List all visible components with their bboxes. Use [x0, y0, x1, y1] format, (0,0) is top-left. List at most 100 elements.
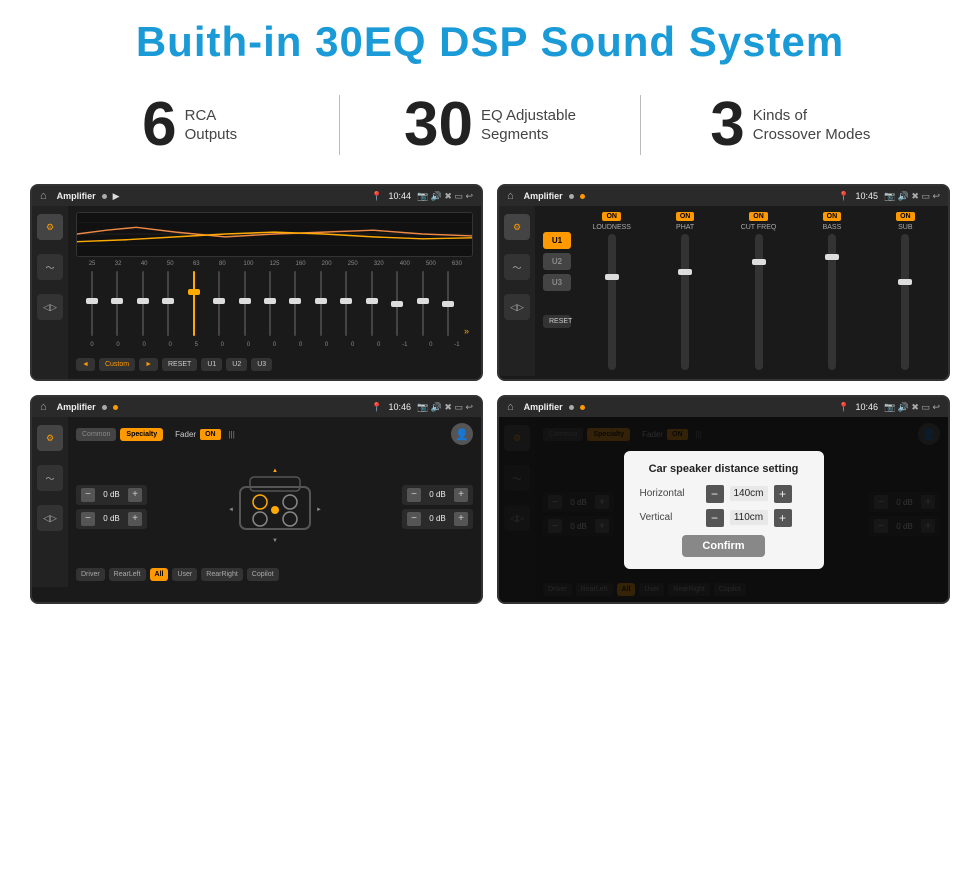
eq-bottom-bar: ◄ Custom ► RESET U1 U2 U3	[76, 354, 473, 373]
fader-slider-icon: |||	[229, 430, 235, 439]
eq-preset-btn[interactable]: Custom	[99, 358, 135, 371]
col-label-cutfreq: CUT FREQ	[741, 224, 777, 231]
cv-reset-btn[interactable]: RESET	[543, 315, 571, 328]
eq-slider-col-8[interactable]	[284, 271, 307, 336]
eq-val-6: 0	[236, 342, 260, 348]
svg-text:►: ►	[316, 507, 322, 513]
vol-val-1: 0 dB	[99, 514, 124, 523]
dot4	[102, 405, 107, 410]
cv-slider-phat[interactable]	[681, 234, 689, 370]
vol-minus-1[interactable]: −	[81, 512, 95, 526]
eq-u3-btn[interactable]: U3	[251, 358, 272, 371]
eq-slider-col-2[interactable]	[131, 271, 154, 336]
freq-label-7: 125	[262, 261, 286, 267]
dialog-vertical-minus[interactable]: −	[706, 509, 724, 527]
copilot-btn[interactable]: Copilot	[247, 568, 279, 581]
u2-btn[interactable]: U2	[543, 253, 571, 270]
fader-sidebar-btn-1[interactable]: ⚙	[37, 425, 63, 451]
freq-label-5: 80	[210, 261, 234, 267]
fader-sidebar-btn-2[interactable]: 〜	[37, 465, 63, 491]
eq-u1-btn[interactable]: U1	[201, 358, 222, 371]
eq-slider-col-10[interactable]	[335, 271, 358, 336]
eq-val-7: 0	[262, 342, 286, 348]
crossover-screen-card: ⌂ Amplifier 📍 10:45 📷 🔊 ✖ ▭ ↩ ⚙ 〜 ◁▷ U1 …	[497, 184, 950, 381]
eq-slider-col-9[interactable]	[309, 271, 332, 336]
crossover-controls: ON LOUDNESS ON PHAT ON CUT FREQ	[577, 212, 940, 370]
cv-sidebar-btn-1[interactable]: ⚙	[504, 214, 530, 240]
cv-slider-sub[interactable]	[901, 234, 909, 370]
cv-slider-bass[interactable]	[828, 234, 836, 370]
eq-reset-btn[interactable]: RESET	[162, 358, 197, 371]
dot2	[569, 194, 574, 199]
eq-sidebar-btn-3[interactable]: ◁▷	[37, 294, 63, 320]
vol-plus-0[interactable]: +	[128, 488, 142, 502]
cv-sidebar-btn-2[interactable]: 〜	[504, 254, 530, 280]
eq-sidebar-btn-2[interactable]: 〜	[37, 254, 63, 280]
home-icon-4: ⌂	[507, 401, 514, 413]
on-badge-sub[interactable]: ON	[896, 212, 915, 221]
all-btn[interactable]: All	[150, 568, 169, 581]
eq-app-title: Amplifier	[57, 191, 96, 201]
vol-minus-0[interactable]: −	[81, 488, 95, 502]
vol-plus-1[interactable]: +	[128, 512, 142, 526]
crossover-sidebar: ⚙ 〜 ◁▷	[499, 206, 535, 376]
eq-sidebar-btn-1[interactable]: ⚙	[37, 214, 63, 240]
cv-sidebar-btn-3[interactable]: ◁▷	[504, 294, 530, 320]
eq-status-bar: ⌂ Amplifier ▶ 📍 10:44 📷 🔊 ✖ ▭ ↩	[32, 186, 481, 206]
eq-next-btn[interactable]: ►	[139, 358, 158, 371]
eq-slider-col-3[interactable]	[156, 271, 179, 336]
fader-screen-card: ⌂ Amplifier 📍 10:46 📷 🔊 ✖ ▭ ↩ ⚙ 〜 ◁▷ Com…	[30, 395, 483, 604]
vol-minus-3[interactable]: −	[407, 512, 421, 526]
cv-slider-loudness[interactable]	[608, 234, 616, 370]
on-badge-loudness[interactable]: ON	[602, 212, 621, 221]
home-icon: ⌂	[40, 190, 47, 202]
eq-slider-col-1[interactable]	[105, 271, 128, 336]
freq-label-4: 63	[184, 261, 208, 267]
stats-row: 6 RCA Outputs 30 EQ Adjustable Segments …	[0, 76, 980, 174]
vol-minus-2[interactable]: −	[407, 488, 421, 502]
eq-slider-col-12[interactable]	[386, 271, 409, 336]
confirm-button[interactable]: Confirm	[682, 535, 764, 557]
dialog-horizontal-minus[interactable]: −	[706, 485, 724, 503]
u3-btn[interactable]: U3	[543, 274, 571, 291]
cv-slider-cutfreq[interactable]	[755, 234, 763, 370]
eq-slider-col-14[interactable]	[437, 271, 460, 336]
eq-slider-col-5[interactable]	[207, 271, 230, 336]
home-icon-3: ⌂	[40, 401, 47, 413]
eq-u2-btn[interactable]: U2	[226, 358, 247, 371]
rearleft-btn[interactable]: RearLeft	[109, 568, 146, 581]
eq-slider-col-4[interactable]	[182, 271, 205, 336]
crossover-u-buttons: U1 U2 U3 RESET	[543, 232, 571, 370]
vol-plus-2[interactable]: +	[454, 488, 468, 502]
eq-slider-col-6[interactable]	[233, 271, 256, 336]
svg-text:▼: ▼	[272, 538, 278, 544]
eq-slider-col-11[interactable]	[360, 271, 383, 336]
rearright-btn[interactable]: RearRight	[201, 568, 243, 581]
location-icon-3: 📍	[371, 402, 382, 413]
eq-slider-col-0[interactable]	[80, 271, 103, 336]
eq-slider-col-7[interactable]	[258, 271, 281, 336]
dialog-vertical-plus[interactable]: +	[774, 509, 792, 527]
on-badge-bass[interactable]: ON	[823, 212, 842, 221]
cv-col-sub: ON SUB	[871, 212, 940, 370]
vol-row-2: − 0 dB +	[402, 485, 473, 505]
common-tab[interactable]: Common	[76, 428, 116, 441]
specialty-tab[interactable]: Specialty	[120, 428, 163, 441]
fader-screen-body: ⚙ 〜 ◁▷ Common Specialty Fader ON ||| 👤	[32, 417, 481, 587]
eq-prev-btn[interactable]: ◄	[76, 358, 95, 371]
fader-sidebar-btn-3[interactable]: ◁▷	[37, 505, 63, 531]
dialog-horizontal-plus[interactable]: +	[774, 485, 792, 503]
fader-on-toggle[interactable]: ON	[200, 429, 221, 440]
vol-plus-3[interactable]: +	[454, 512, 468, 526]
on-badge-cutfreq[interactable]: ON	[749, 212, 768, 221]
left-vol-controls: − 0 dB + − 0 dB +	[76, 485, 147, 529]
crossover-time: 10:45	[855, 191, 878, 201]
eq-val-9: 0	[315, 342, 339, 348]
dot6	[569, 405, 574, 410]
eq-slider-col-13[interactable]	[411, 271, 434, 336]
on-badge-phat[interactable]: ON	[676, 212, 695, 221]
u1-btn[interactable]: U1	[543, 232, 571, 249]
driver-btn[interactable]: Driver	[76, 568, 105, 581]
stat-text-eq: EQ Adjustable Segments	[481, 106, 576, 145]
user-btn[interactable]: User	[172, 568, 197, 581]
